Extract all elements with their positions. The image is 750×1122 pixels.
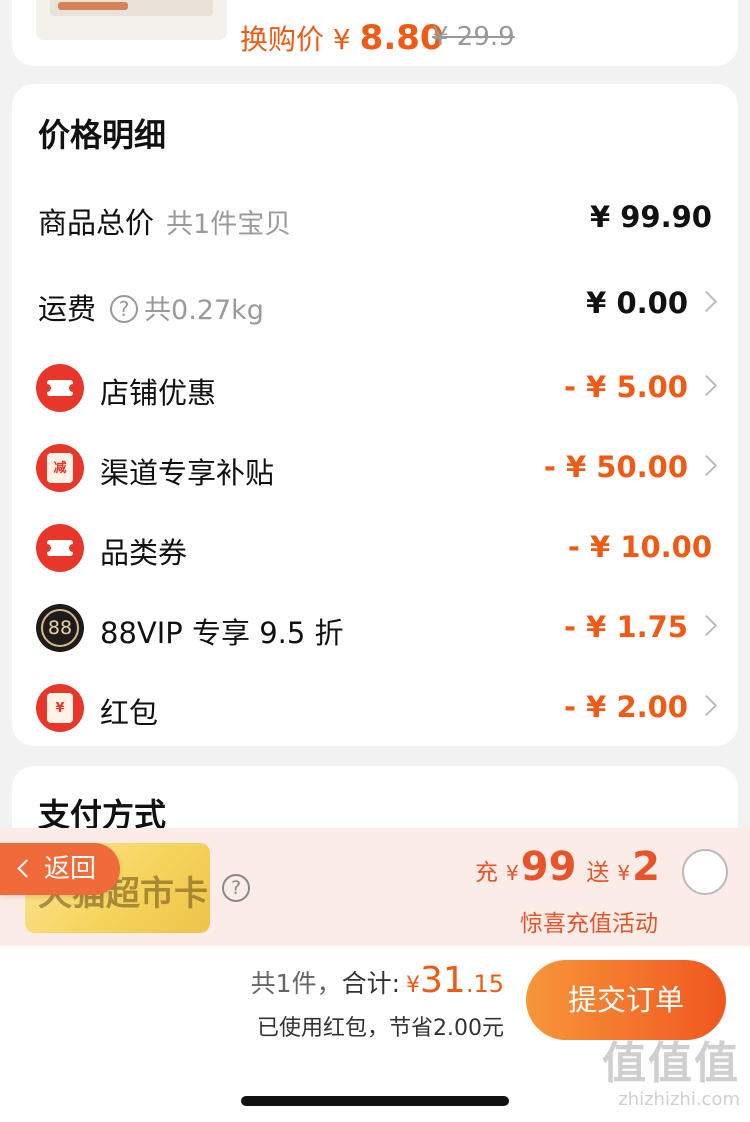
envelope-badge-text: 减 — [47, 453, 73, 483]
back-button-label: 返回 — [44, 854, 97, 884]
recharge-radio[interactable] — [682, 849, 728, 895]
goods-total-text: 商品总价 — [38, 206, 155, 240]
chevron-left-icon — [17, 859, 36, 878]
red-packet-icon: ¥ — [36, 684, 84, 732]
vip-88-icon: 88 — [36, 604, 84, 652]
charge-currency: ¥ — [506, 861, 519, 885]
ticket-icon — [36, 524, 84, 572]
gift-amount: 2 — [632, 844, 660, 890]
chevron-right-icon — [695, 614, 718, 637]
recharge-promo: 充 ¥99 送 ¥2 — [475, 844, 660, 900]
price-detail-card: 价格明细 商品总价 共1件宝贝 ¥ 99.90 运费? 共0.27kg ¥ 0.00… — [12, 84, 738, 746]
total-label: 合计: — [341, 969, 401, 998]
discount-row-vip[interactable]: 88 88VIP 专享 9.5 折 - ¥ 1.75 — [12, 598, 738, 658]
discount-label: 渠道专享补贴 — [100, 456, 275, 490]
shipping-weight: 共0.27kg — [144, 295, 264, 326]
swap-price-label: 换购价 — [240, 23, 325, 56]
price-detail-title: 价格明细 — [38, 116, 167, 154]
back-button[interactable]: 返回 — [0, 843, 120, 895]
submit-order-button[interactable]: 提交订单 — [526, 960, 726, 1040]
discount-value: - ¥ 1.75 — [564, 610, 688, 644]
discount-label: 店铺优惠 — [100, 376, 217, 410]
total-decimal: .15 — [465, 970, 504, 998]
watermark: 值值值 zhizhizhi.com — [602, 1040, 740, 1112]
shipping-row[interactable]: 运费? 共0.27kg ¥ 0.00 — [12, 274, 738, 334]
discount-row-store[interactable]: 店铺优惠 - ¥ 5.00 — [12, 358, 738, 418]
product-card[interactable]: 换购价 ¥ 8.80 ¥ 29.9 — [12, 0, 738, 66]
discount-label: 品类券 — [100, 536, 188, 570]
discount-value: - ¥ 2.00 — [564, 690, 688, 724]
charge-label: 充 — [475, 860, 499, 886]
charge-amount: 99 — [520, 844, 577, 890]
goods-total-count: 共1件宝贝 — [166, 209, 292, 240]
total-integer: 31 — [420, 960, 466, 1001]
swap-price-currency: ¥ — [332, 23, 351, 56]
recharge-promo-subtitle: 惊喜充值活动 — [520, 911, 658, 937]
red-packet-badge-text: ¥ — [47, 693, 73, 723]
goods-total-row: 商品总价 共1件宝贝 ¥ 99.90 — [12, 188, 738, 248]
discount-row-category: 品类券 - ¥ 10.00 — [12, 518, 738, 578]
envelope-icon: 减 — [36, 444, 84, 492]
swap-price-value: 8.80 — [359, 18, 444, 58]
chevron-right-icon — [695, 454, 718, 477]
goods-total-label: 商品总价 共1件宝贝 — [38, 200, 291, 242]
gift-currency: ¥ — [617, 861, 631, 885]
gift-label: 送 — [586, 860, 610, 886]
chevron-right-icon — [695, 694, 718, 717]
help-icon[interactable]: ? — [110, 295, 139, 323]
discount-value: - ¥ 50.00 — [543, 450, 688, 484]
product-thumbnail[interactable] — [36, 0, 227, 40]
chevron-right-icon — [695, 290, 718, 313]
original-price: ¥ 29.9 — [432, 22, 515, 52]
vip-badge-text: 88 — [41, 609, 79, 647]
shipping-label: 运费? 共0.27kg — [38, 286, 264, 328]
item-count: 共1件， — [250, 969, 342, 998]
order-total: 共1件，合计: ¥31.15 — [251, 960, 504, 1001]
chevron-right-icon — [695, 374, 718, 397]
shipping-text: 运费 — [38, 292, 97, 326]
watermark-site: zhizhizhi.com — [618, 1089, 740, 1110]
total-currency: ¥ — [406, 973, 421, 998]
help-icon[interactable]: ? — [222, 874, 250, 902]
discount-row-channel[interactable]: 减 渠道专享补贴 - ¥ 50.00 — [12, 438, 738, 498]
ticket-icon — [36, 364, 84, 412]
discount-value: - ¥ 5.00 — [564, 370, 688, 404]
discount-label: 88VIP 专享 9.5 折 — [100, 616, 344, 650]
savings-note: 已使用红包，节省2.00元 — [257, 1016, 504, 1041]
shipping-value: ¥ 0.00 — [586, 286, 688, 320]
swap-price: 换购价 ¥ 8.80 — [240, 18, 444, 58]
discount-row-red-packet[interactable]: ¥ 红包 - ¥ 2.00 — [12, 678, 738, 738]
goods-total-value: ¥ 99.90 — [589, 200, 712, 234]
discount-label: 红包 — [100, 696, 159, 730]
home-indicator[interactable] — [241, 1096, 509, 1106]
discount-value: - ¥ 10.00 — [567, 530, 712, 564]
watermark-logo: 值值值 — [602, 1038, 740, 1089]
